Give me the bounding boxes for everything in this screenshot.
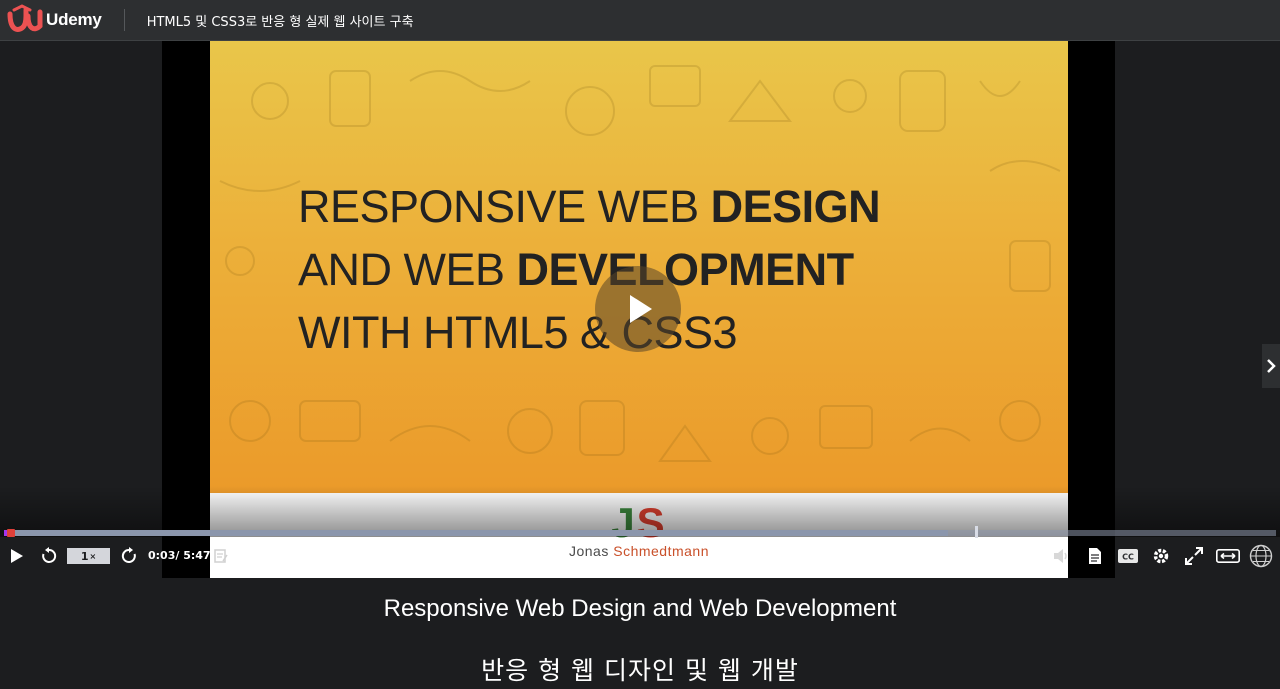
add-note-button[interactable] bbox=[212, 545, 230, 567]
headline-line3: WITH HTML5 & CSS3 bbox=[298, 307, 738, 358]
volume-button[interactable] bbox=[1050, 545, 1072, 567]
caption-korean: 반응 형 웹 디자인 및 웹 개발 bbox=[481, 656, 799, 685]
volume-icon bbox=[1054, 549, 1067, 563]
captions-button[interactable]: CC bbox=[1117, 545, 1139, 567]
top-header: Udemy HTML5 및 CSS3로 반응 형 실제 웹 사이트 구축 bbox=[0, 0, 1280, 41]
chevron-right-icon bbox=[1267, 359, 1276, 373]
progress-playhead[interactable] bbox=[7, 529, 15, 537]
playback-speed-button[interactable]: 1 × bbox=[67, 548, 110, 564]
headline-line1-light: RESPONSIVE WEB bbox=[298, 181, 711, 232]
language-button[interactable] bbox=[1248, 544, 1274, 568]
header-divider bbox=[123, 9, 125, 31]
expand-width-icon bbox=[1216, 549, 1240, 563]
fullscreen-icon bbox=[1185, 547, 1203, 565]
next-lecture-button[interactable] bbox=[1262, 344, 1280, 388]
play-overlay-button[interactable] bbox=[595, 266, 681, 352]
headline-line2-bold: DEVELOPMENT bbox=[516, 244, 855, 295]
progress-bar[interactable] bbox=[4, 526, 1276, 538]
brand-name: Udemy bbox=[46, 10, 102, 29]
svg-text:CC: CC bbox=[1122, 553, 1134, 562]
transcript-button[interactable] bbox=[1085, 545, 1105, 567]
bookmark-marker[interactable] bbox=[975, 526, 978, 538]
fullscreen-button[interactable] bbox=[1183, 545, 1205, 567]
expand-width-button[interactable] bbox=[1215, 545, 1241, 567]
speed-value: 1 bbox=[80, 549, 89, 563]
author-last-name: Schmedtmann bbox=[613, 543, 710, 559]
settings-button[interactable] bbox=[1150, 545, 1172, 567]
headline-line1-bold: DESIGN bbox=[710, 181, 881, 232]
author-first-name: Jonas bbox=[568, 543, 609, 559]
headline-line2-light: AND WEB bbox=[298, 244, 517, 295]
rewind-5-icon bbox=[42, 547, 57, 563]
speed-suffix: × bbox=[89, 551, 97, 561]
add-note-icon bbox=[214, 549, 228, 563]
progress-buffered bbox=[4, 530, 948, 536]
forward-button[interactable] bbox=[118, 545, 140, 567]
closed-captions-icon: CC bbox=[1118, 549, 1138, 563]
time-display: 0:03/ 5:47 bbox=[148, 549, 211, 562]
transcript-icon bbox=[1089, 548, 1101, 564]
play-overlay-icon bbox=[630, 295, 652, 323]
play-icon bbox=[11, 549, 23, 563]
rewind-button[interactable] bbox=[38, 545, 60, 567]
slide-headline: RESPONSIVE WEB DESIGN AND WEB DEVELOPMEN… bbox=[298, 175, 881, 364]
play-button[interactable] bbox=[6, 545, 26, 567]
language-globe-icon bbox=[1249, 544, 1273, 568]
forward-5-icon bbox=[121, 547, 136, 563]
caption-english: Responsive Web Design and Web Developmen… bbox=[383, 595, 897, 622]
course-title[interactable]: HTML5 및 CSS3로 반응 형 실제 웹 사이트 구축 bbox=[147, 11, 414, 30]
gear-icon bbox=[1153, 548, 1169, 564]
udemy-logo-icon bbox=[7, 4, 43, 32]
udemy-logo[interactable]: Udemy bbox=[6, 0, 102, 41]
